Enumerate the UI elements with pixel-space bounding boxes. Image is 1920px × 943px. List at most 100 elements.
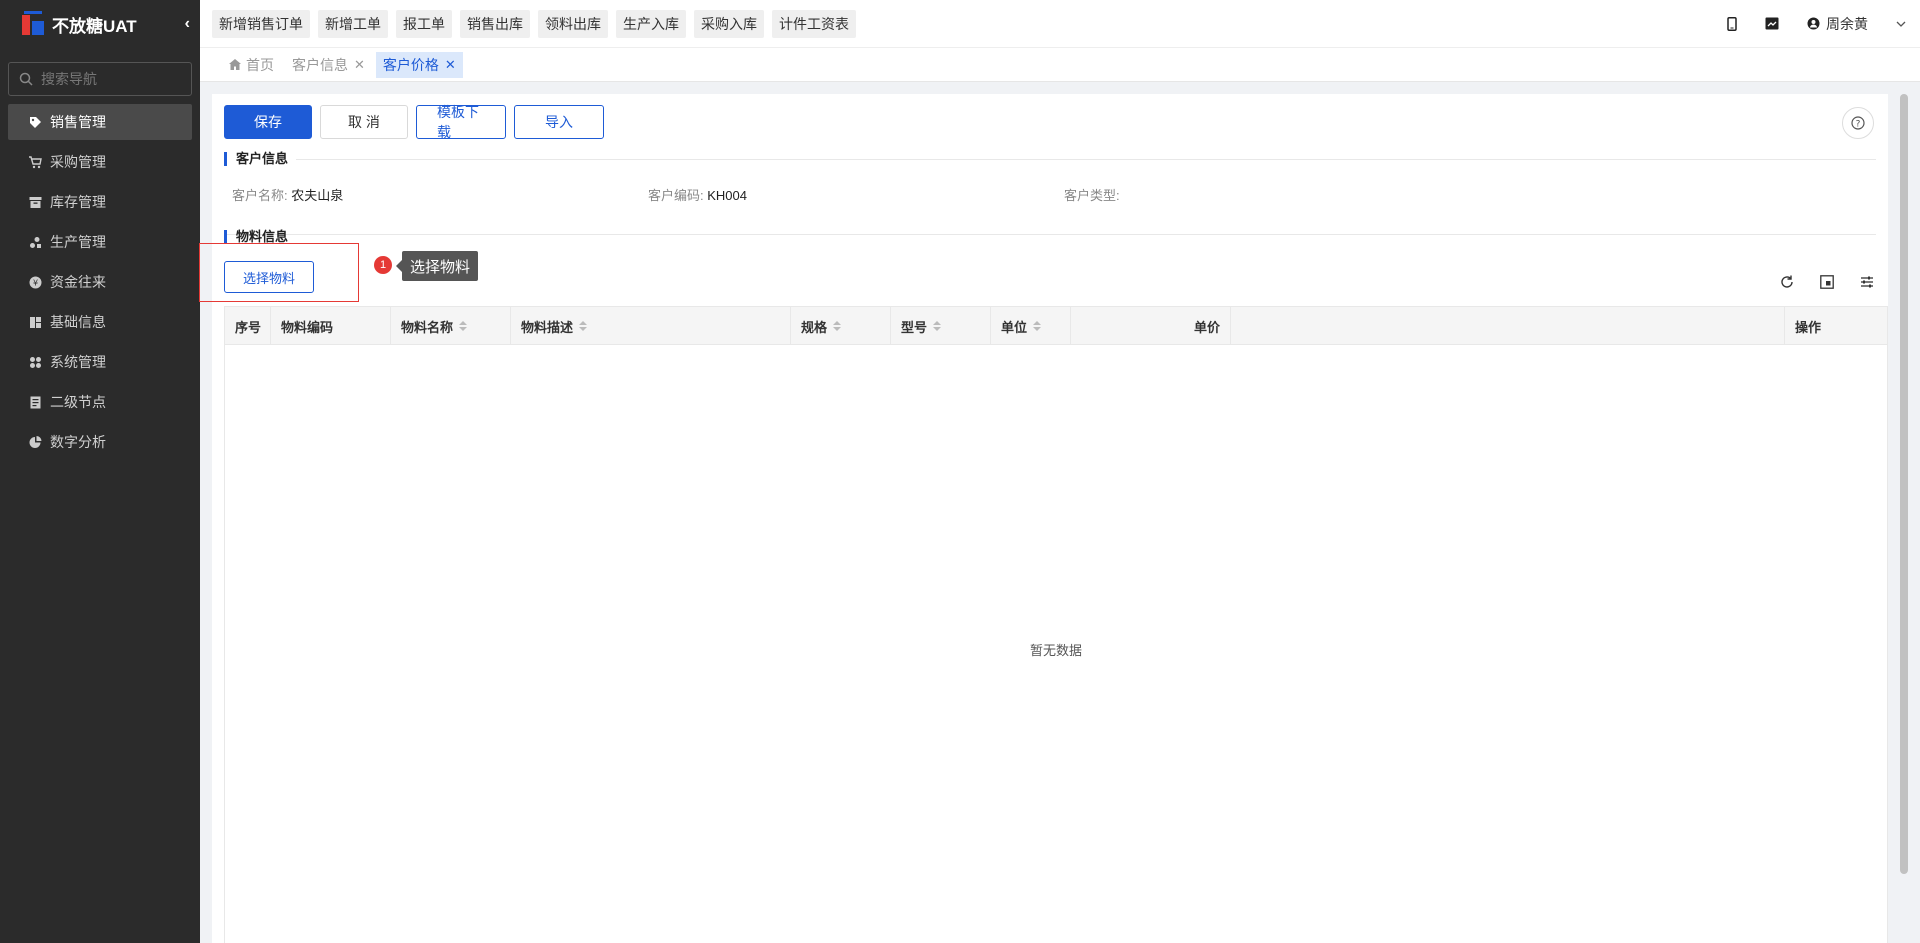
import-button[interactable]: 导入 (514, 105, 604, 139)
sidebar-item-production[interactable]: 生产管理 (8, 224, 192, 260)
sort-icon[interactable] (833, 321, 842, 331)
side-menu: 销售管理 采购管理 库存管理 生产管理 ¥ 资金往来 基础信息 系统管理 二级节 (0, 104, 200, 460)
customer-type-label: 客户类型: (1064, 188, 1120, 203)
sort-icon[interactable] (459, 321, 468, 331)
column-label: 物料描述 (521, 319, 574, 335)
column-label: 单价 (1193, 319, 1220, 335)
divider (224, 234, 1876, 235)
column-header-code: 物料编码 (271, 307, 391, 345)
guide-tooltip: 选择物料 (395, 251, 479, 281)
column-label: 序号 (235, 319, 262, 335)
pie-icon (28, 435, 42, 449)
empty-state-text: 暂无数据 (1029, 643, 1082, 658)
sidebar-item-sales[interactable]: 销售管理 (8, 104, 192, 140)
save-button[interactable]: 保存 (224, 105, 312, 139)
column-settings-icon[interactable] (1858, 273, 1876, 291)
column-header-actions: 操作 (1785, 307, 1887, 345)
user-menu[interactable]: 周余黄 (1807, 14, 1868, 34)
page-tabs: 首页 客户信息 ✕ 客户价格 ✕ (200, 48, 1920, 82)
brand: 不放糖UAT ‹ (0, 0, 200, 48)
user-name: 周余黄 (1826, 15, 1868, 32)
sidebar-item-analysis[interactable]: 数字分析 (8, 424, 192, 460)
cart-icon (28, 155, 42, 169)
column-header-spacer (1231, 307, 1785, 345)
quick-production-inbound[interactable]: 生产入库 (616, 9, 686, 38)
column-label: 型号 (901, 319, 928, 335)
cancel-button[interactable]: 取 消 (320, 105, 408, 139)
help-icon[interactable]: ? (1842, 107, 1874, 139)
sidebar-item-label: 采购管理 (50, 154, 106, 170)
close-icon[interactable]: ✕ (445, 57, 456, 73)
screen-icon[interactable] (1765, 17, 1779, 30)
quick-material-issue[interactable]: 领料出库 (538, 9, 608, 38)
sort-icon[interactable] (1033, 321, 1042, 331)
tab-home[interactable]: 首页 (222, 52, 281, 78)
select-material-button[interactable]: 选择物料 (224, 261, 314, 293)
tab-customer-info[interactable]: 客户信息 ✕ (285, 52, 372, 78)
sidebar-item-system[interactable]: 系统管理 (8, 344, 192, 380)
column-label: 物料编码 (281, 319, 334, 335)
customer-name-value: 农夫山泉 (291, 188, 344, 203)
customer-section-title: 客户信息 (224, 152, 288, 166)
logo-icon (20, 11, 46, 37)
sort-icon[interactable] (579, 321, 588, 331)
sidebar-item-label: 销售管理 (50, 114, 106, 130)
box-icon (28, 195, 42, 209)
column-header-unit[interactable]: 单位 (991, 307, 1071, 345)
svg-text:¥: ¥ (32, 278, 37, 287)
quick-piecework-wage[interactable]: 计件工资表 (772, 9, 856, 38)
quick-sales-outbound[interactable]: 销售出库 (460, 9, 530, 38)
customer-code-label: 客户编码: (648, 188, 704, 203)
collapse-sidebar-icon[interactable]: ‹ (185, 15, 190, 33)
template-download-button[interactable]: 模板下载 (416, 104, 506, 140)
sidebar-item-secondary[interactable]: 二级节点 (8, 384, 192, 420)
material-section-title: 物料信息 (224, 230, 288, 244)
fullscreen-icon[interactable] (1818, 273, 1836, 291)
tab-customer-price[interactable]: 客户价格 ✕ (375, 51, 463, 78)
quick-new-work-order[interactable]: 新增工单 (318, 9, 388, 38)
nav-search-box[interactable] (8, 62, 192, 96)
main-content: 保存 取 消 模板下载 导入 ? 客户信息 客户名称: 农夫山泉 客户编码: K… (199, 94, 1888, 943)
column-header-spec[interactable]: 规格 (791, 307, 891, 345)
brand-title: 不放糖UAT (52, 16, 137, 36)
customer-type-field: 客户类型: (1064, 185, 1120, 204)
sidebar-item-funds[interactable]: ¥ 资金往来 (8, 264, 192, 300)
column-header-desc[interactable]: 物料描述 (511, 307, 791, 345)
column-label: 物料名称 (401, 319, 454, 335)
customer-code-value: KH004 (707, 188, 747, 203)
customer-code-field: 客户编码: KH004 (648, 185, 747, 204)
sort-icon[interactable] (933, 321, 942, 331)
search-icon (19, 72, 33, 86)
sidebar-item-inventory[interactable]: 库存管理 (8, 184, 192, 220)
quick-work-report[interactable]: 报工单 (396, 9, 452, 38)
production-icon (28, 235, 42, 249)
chevron-down-icon[interactable] (1896, 21, 1906, 27)
nav-search-input[interactable] (39, 70, 179, 88)
tab-label: 客户信息 (292, 56, 348, 73)
user-icon (1807, 17, 1820, 30)
sidebar-item-label: 资金往来 (50, 274, 106, 290)
grid-icon (28, 315, 42, 329)
customer-name-label: 客户名称: (232, 188, 288, 203)
money-icon: ¥ (28, 275, 42, 289)
doc-icon (28, 395, 42, 409)
page-scrollbar[interactable] (1900, 94, 1908, 874)
column-header-model[interactable]: 型号 (891, 307, 991, 345)
sidebar-item-purchase[interactable]: 采购管理 (8, 144, 192, 180)
tag-icon (28, 115, 42, 129)
sidebar-item-label: 库存管理 (50, 194, 106, 210)
svg-text:?: ? (1856, 119, 1861, 129)
mobile-icon[interactable] (1727, 16, 1737, 31)
column-header-price: 单价 (1071, 307, 1231, 345)
form-toolbar: 保存 取 消 模板下载 导入 (224, 104, 612, 140)
sidebar-item-basic-info[interactable]: 基础信息 (8, 304, 192, 340)
quick-new-sales-order[interactable]: 新增销售订单 (212, 9, 310, 38)
tab-label: 客户价格 (382, 56, 439, 73)
quick-purchase-inbound[interactable]: 采购入库 (694, 9, 764, 38)
refresh-icon[interactable] (1778, 273, 1796, 291)
column-header-name[interactable]: 物料名称 (391, 307, 511, 345)
close-icon[interactable]: ✕ (354, 57, 365, 73)
column-label: 操作 (1795, 319, 1822, 335)
material-table: 序号 物料编码 物料名称 物料描述 规格 型号 单位 单价 操作 暂无数据 (224, 306, 1888, 943)
header-actions: 周余黄 (1699, 14, 1906, 34)
